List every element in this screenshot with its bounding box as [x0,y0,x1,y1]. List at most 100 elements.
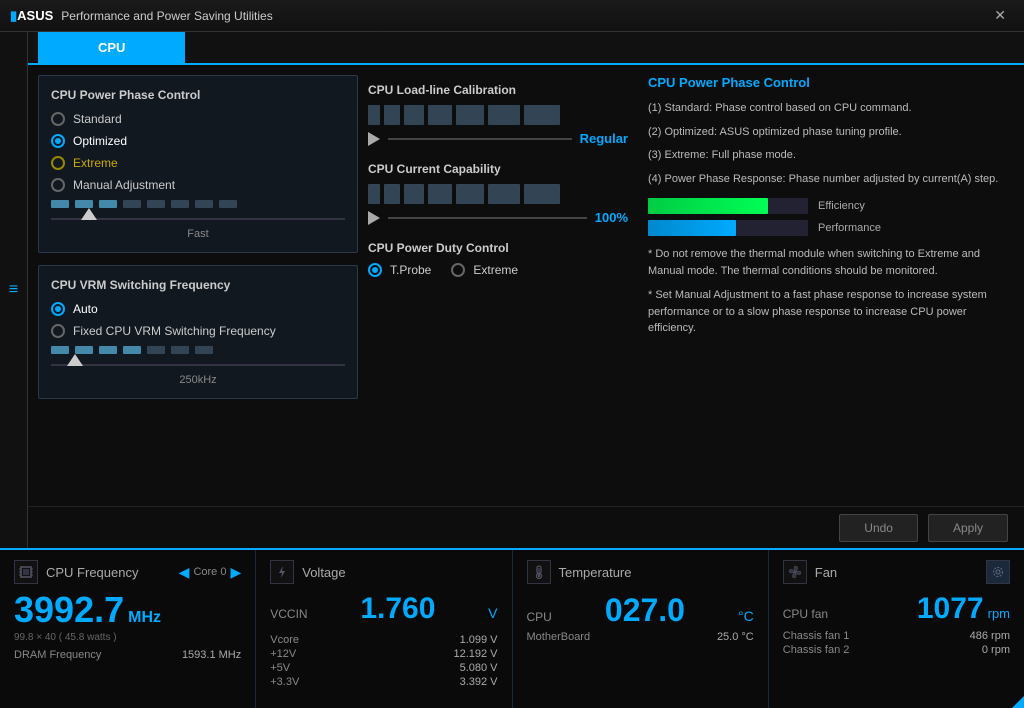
temperature-icon [527,560,551,584]
load-calibration-title: CPU Load-line Calibration [368,83,628,97]
vrm-slider-track-row [51,358,345,372]
mb-temp-row: MotherBoard 25.0 °C [527,631,754,643]
cpu-temp-row: CPU 027.0 °C [527,592,754,629]
chassis2-label: Chassis fan 2 [783,644,850,656]
sidebar-arrow[interactable]: ≡ [0,32,28,548]
phase-slider-thumb [81,208,97,220]
load-calibration-slider[interactable]: Regular [368,131,628,146]
dram-freq-label: DRAM Frequency [14,649,101,661]
close-button[interactable]: ✕ [986,5,1014,26]
cpu-freq-section: CPU Frequency ◀ Core 0 ▶ 3992.7 MHz 99.8… [0,550,256,708]
phase-slider[interactable]: Fast [51,200,345,240]
radio-fixed-vrm-label: Fixed CPU VRM Switching Frequency [73,324,276,338]
voltage-icon [270,560,294,584]
radio-auto-label: Auto [73,302,98,316]
load-calibration-section: CPU Load-line Calibration Regular [368,83,628,146]
radio-standard-label: Standard [73,112,122,126]
capability-arrow [368,211,380,225]
vrm-slider[interactable]: 250kHz [51,346,345,386]
vcore-value: 1.099 V [460,634,498,646]
cpu-temp-unit: °C [738,608,754,624]
chassis2-value: 0 rpm [982,644,1010,656]
main-area: ≡ CPU CPU Power Phase Control Standard [0,32,1024,548]
voltage-title: Voltage [302,565,497,580]
core-prev-button[interactable]: ◀ [179,564,190,581]
vccin-row: VCCIN 1.760 V [270,592,497,626]
left-panel: CPU Power Phase Control Standard Optimiz… [38,75,358,496]
info-line-2: (2) Optimized: ASUS optimized phase tuni… [648,124,1004,142]
radio-tprobe-circle [368,263,382,277]
tab-cpu[interactable]: CPU [38,32,185,63]
action-bar: Undo Apply [28,506,1024,548]
radio-extreme-duty-label: Extreme [473,263,518,277]
vcore-row: Vcore 1.099 V [270,634,497,646]
v33-label: +3.3V [270,676,299,688]
radio-optimized-circle [51,134,65,148]
radio-extreme-duty[interactable]: Extreme [451,263,518,277]
radio-extreme[interactable]: Extreme [51,156,345,170]
info-line-3: (3) Extreme: Full phase mode. [648,147,1004,165]
chassis1-row: Chassis fan 1 486 rpm [783,630,1010,642]
cpu-temp-value: 027.0 [605,592,685,629]
v5-row: +5V 5.080 V [270,662,497,674]
cpu-fan-value: 1077 [917,592,984,626]
app-title: Performance and Power Saving Utilities [61,9,986,23]
radio-optimized[interactable]: Optimized [51,134,345,148]
efficiency-label: Efficiency [818,200,865,212]
radio-fixed-vrm[interactable]: Fixed CPU VRM Switching Frequency [51,324,345,338]
cpu-freq-value: 3992.7 [14,592,124,628]
cpu-temp-label: CPU [527,610,552,624]
core-label: Core 0 [193,566,226,578]
fan-section: Fan CPU fan 1077 rpm Chassis fan 1 486 r… [769,550,1024,708]
apply-button[interactable]: Apply [928,514,1008,542]
current-capability-slider[interactable]: 100% [368,210,628,225]
chassis2-row: Chassis fan 2 0 rpm [783,644,1010,656]
cpu-power-phase-box: CPU Power Phase Control Standard Optimiz… [38,75,358,253]
phase-slider-steps [51,200,345,208]
radio-tprobe[interactable]: T.Probe [368,263,431,277]
cpu-freq-unit: MHz [128,609,161,627]
v12-value: 12.192 V [453,648,497,660]
temperature-title: Temperature [559,565,754,580]
current-capability-section: CPU Current Capability 100% [368,162,628,225]
undo-button[interactable]: Undo [839,514,918,542]
legend-bars: Efficiency Performance [648,198,1004,236]
v12-row: +12V 12.192 V [270,648,497,660]
right-panel: CPU Power Phase Control (1) Standard: Ph… [638,75,1014,496]
info-line-1: (1) Standard: Phase control based on CPU… [648,100,1004,118]
info-line-4: (4) Power Phase Response: Phase number a… [648,171,1004,189]
content-panels: CPU Power Phase Control Standard Optimiz… [28,65,1024,506]
core-next-button[interactable]: ▶ [230,564,241,581]
calibration-steps [368,105,628,125]
cpu-freq-value-row: 3992.7 MHz [14,592,241,628]
cpu-freq-header: CPU Frequency ◀ Core 0 ▶ [14,560,241,584]
radio-manual-circle [51,178,65,192]
vrm-slider-thumb [67,354,83,366]
note-2: * Set Manual Adjustment to a fast phase … [648,287,1004,337]
vrm-switching-title: CPU VRM Switching Frequency [51,278,345,292]
radio-extreme-duty-circle [451,263,465,277]
middle-panel: CPU Load-line Calibration Regular [368,75,628,496]
radio-standard[interactable]: Standard [51,112,345,126]
v33-value: 3.392 V [460,676,498,688]
menu-icon: ≡ [9,281,18,299]
vcore-label: Vcore [270,634,299,646]
vccin-label: VCCIN [270,607,307,621]
v5-label: +5V [270,662,290,674]
legend-performance: Performance [648,220,1004,236]
tabs-bar: CPU [28,32,1024,65]
dram-freq-value: 1593.1 MHz [182,649,241,661]
note-1: * Do not remove the thermal module when … [648,246,1004,279]
capability-steps [368,184,628,204]
gear-button[interactable] [986,560,1010,584]
radio-auto[interactable]: Auto [51,302,345,316]
radio-manual-label: Manual Adjustment [73,178,175,192]
radio-manual[interactable]: Manual Adjustment [51,178,345,192]
radio-fixed-vrm-circle [51,324,65,338]
capability-line [388,217,587,219]
status-bar: CPU Frequency ◀ Core 0 ▶ 3992.7 MHz 99.8… [0,548,1024,708]
chassis1-value: 486 rpm [970,630,1010,642]
vccin-unit: V [488,605,497,621]
legend-efficiency: Efficiency [648,198,1004,214]
v5-value: 5.080 V [460,662,498,674]
